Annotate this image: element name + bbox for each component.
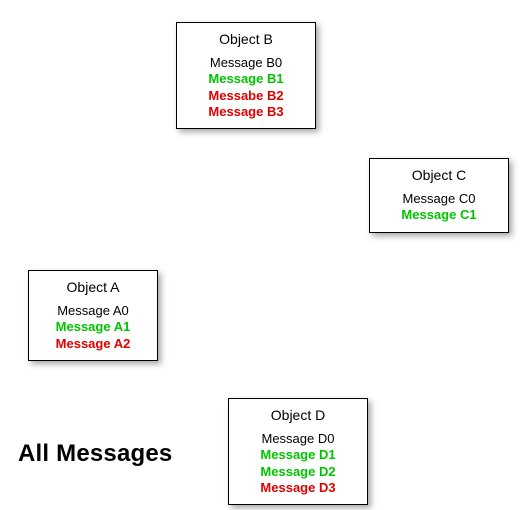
object-c-box: Object C Message C0 Message C1 (369, 158, 509, 233)
object-b-title: Object B (187, 31, 305, 47)
object-b-message-1: Message B1 (187, 71, 305, 87)
object-b-message-3: Message B3 (187, 104, 305, 120)
object-a-box: Object A Message A0 Message A1 Message A… (28, 270, 158, 361)
object-c-title: Object C (380, 167, 498, 183)
object-b-message-0: Message B0 (187, 55, 305, 71)
object-b-box: Object B Message B0 Message B1 Messabe B… (176, 22, 316, 129)
diagram-canvas: Object B Message B0 Message B1 Messabe B… (0, 0, 528, 510)
object-d-title: Object D (239, 407, 357, 423)
object-d-message-0: Message D0 (239, 431, 357, 447)
object-a-message-0: Message A0 (39, 303, 147, 319)
object-d-box: Object D Message D0 Message D1 Message D… (228, 398, 368, 505)
object-b-message-2: Messabe B2 (187, 88, 305, 104)
object-d-message-1: Message D1 (239, 447, 357, 463)
object-a-message-1: Message A1 (39, 319, 147, 335)
object-a-title: Object A (39, 279, 147, 295)
object-d-message-2: Message D2 (239, 464, 357, 480)
object-a-message-2: Message A2 (39, 336, 147, 352)
object-c-message-1: Message C1 (380, 207, 498, 223)
object-c-message-0: Message C0 (380, 191, 498, 207)
object-d-message-3: Message D3 (239, 480, 357, 496)
headline-all-messages: All Messages (18, 440, 172, 468)
